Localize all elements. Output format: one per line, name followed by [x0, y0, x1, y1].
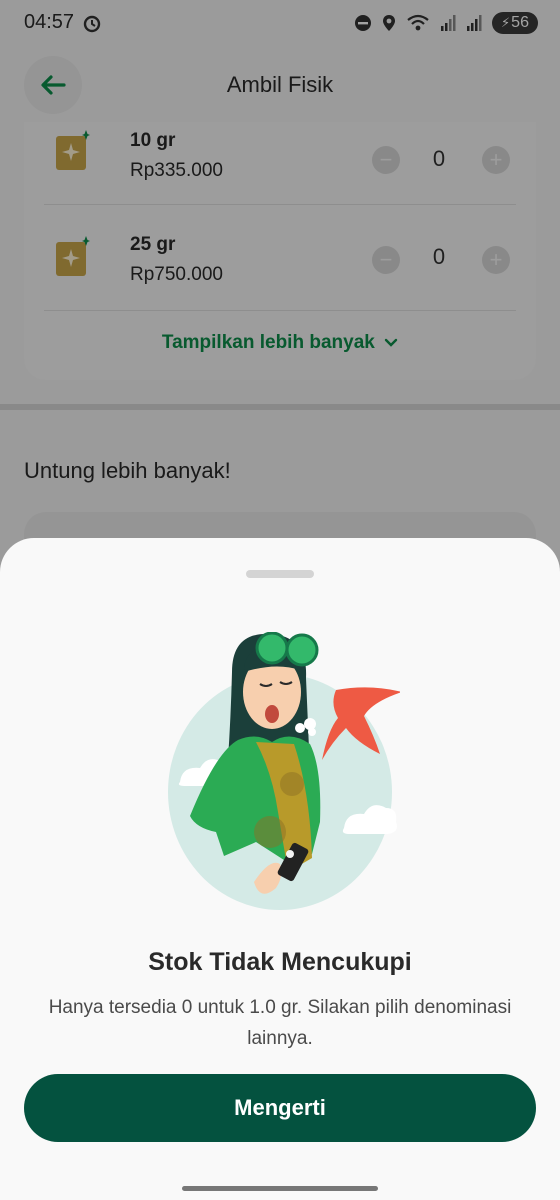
gesture-nav-bar[interactable] — [182, 1186, 378, 1191]
bottom-sheet: Stok Tidak Mencukupi Hanya tersedia 0 un… — [0, 538, 560, 1200]
out-of-stock-illustration — [168, 632, 400, 910]
drag-handle[interactable] — [246, 570, 314, 578]
dialog-title: Stok Tidak Mencukupi — [148, 948, 412, 976]
dialog-message: Hanya tersedia 0 untuk 1.0 gr. Silakan p… — [48, 997, 512, 1049]
understand-button[interactable]: Mengerti — [24, 1074, 536, 1142]
